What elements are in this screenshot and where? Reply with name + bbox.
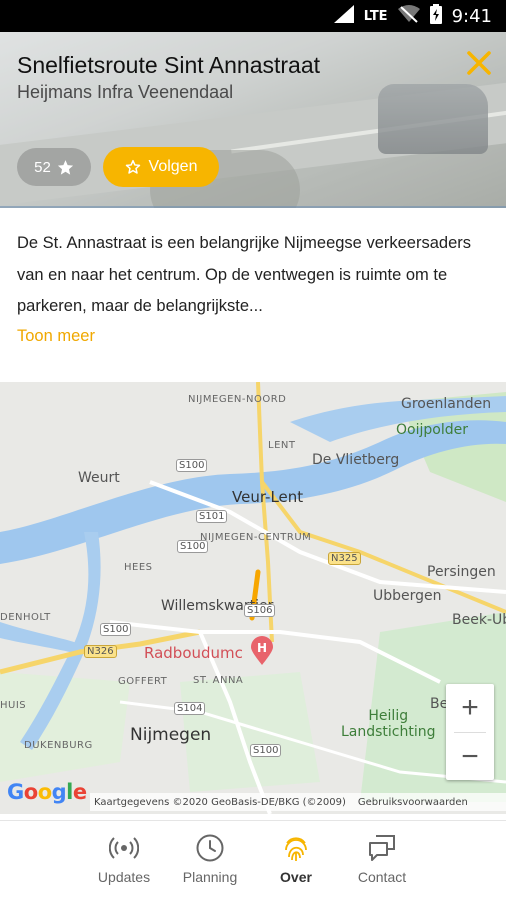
map-label-vlietberg: De Vlietberg	[312, 452, 400, 468]
battery-icon	[429, 3, 442, 29]
map-label-goffert: GOFFERT	[118, 676, 168, 687]
svg-text:H: H	[257, 641, 267, 655]
road-label: S100	[177, 540, 209, 553]
map-label-ubbergen: Ubbergen	[373, 588, 442, 604]
broadcast-icon	[109, 837, 139, 859]
follow-label: Volgen	[148, 158, 198, 175]
map-view[interactable]: Groenlanden Ooijpolder NIJMEGEN-NOORD LE…	[0, 382, 506, 814]
fingerprint-icon	[285, 837, 307, 861]
clock: 9:41	[451, 5, 492, 27]
map-label-persingen: Persingen	[427, 564, 496, 580]
map-label-hees: HEES	[124, 562, 153, 573]
nav-updates-label: Updates	[97, 869, 151, 885]
road-label: S100	[176, 459, 208, 472]
chat-icon	[369, 835, 395, 861]
map-label-veur-lent: Veur-Lent	[232, 488, 304, 506]
map-label-nijmegen: Nijmegen	[130, 725, 212, 745]
road-label: S104	[174, 702, 206, 715]
road-label: N325	[328, 552, 361, 565]
status-bar: LTE 9:41	[0, 0, 506, 32]
signal-icon	[333, 4, 354, 28]
nav-updates[interactable]: Updates	[90, 833, 158, 900]
zoom-out-button[interactable]: −	[446, 733, 494, 781]
road-label: S101	[196, 510, 228, 523]
app-root: LTE 9:41 Snelfietsroute Sint Annastraat …	[0, 0, 506, 900]
map-label-radboudumc: Radboudumc	[144, 644, 243, 662]
star-icon	[57, 159, 73, 175]
close-button[interactable]	[462, 46, 496, 80]
project-title: Snelfietsroute Sint Annastraat	[17, 52, 321, 78]
map-label-groenlanden: Groenlanden	[401, 396, 492, 412]
map-label-st-anna: ST. ANNA	[193, 675, 244, 686]
map-attribution-text: Kaartgegevens ©2020 GeoBasis-DE/BKG (©20…	[94, 796, 346, 808]
map-label-beek-ub: Beek-Ub	[452, 612, 506, 628]
network-type: LTE	[363, 8, 388, 24]
road-label: N326	[84, 645, 117, 658]
google-logo: Google	[7, 780, 87, 804]
road-label: S106	[244, 604, 276, 617]
map-label-dukenburg: DUKENBURG	[24, 740, 93, 751]
nav-planning-label: Planning	[182, 869, 238, 885]
map-label-lent: LENT	[268, 440, 296, 451]
road-label: S100	[100, 623, 132, 636]
zoom-in-button[interactable]: +	[446, 684, 494, 732]
project-description: De St. Annastraat is een belangrijke Nij…	[17, 234, 471, 315]
map-terms-link[interactable]: Gebruiksvoorwaarden	[358, 797, 468, 808]
map-label-huis: HUIS	[0, 700, 27, 711]
map-label-nijmegen-noord: NIJMEGEN-NOORD	[188, 394, 287, 405]
wifi-off-icon	[397, 4, 420, 28]
map-attribution: Kaartgegevens ©2020 GeoBasis-DE/BKG (©20…	[90, 793, 506, 811]
bottom-navigation: Updates Planning Over Contact	[0, 820, 506, 900]
project-subtitle: Heijmans Infra Veenendaal	[17, 82, 234, 102]
map-label-weurt: Weurt	[78, 470, 120, 486]
follow-button[interactable]: Volgen	[103, 147, 219, 187]
nav-over-label: Over	[280, 869, 312, 885]
show-more-link[interactable]: Toon meer	[17, 327, 95, 346]
map-zoom-control: + −	[446, 684, 494, 780]
nav-contact-label: Contact	[357, 869, 407, 885]
map-label-heilig-landstichting: Heilig Landstichting	[341, 708, 436, 740]
close-icon	[467, 51, 491, 75]
nav-contact[interactable]: Contact	[348, 833, 416, 900]
rating-count: 52	[34, 158, 51, 176]
project-header: Snelfietsroute Sint Annastraat Heijmans …	[0, 32, 506, 208]
nav-over[interactable]: Over	[262, 833, 330, 900]
map-label-ooijpolder: Ooijpolder	[396, 422, 468, 438]
star-outline-icon	[125, 159, 140, 174]
rating-badge: 52	[17, 148, 91, 186]
nav-planning[interactable]: Planning	[176, 833, 244, 900]
map-label-denholt: DENHOLT	[0, 612, 51, 623]
hospital-marker-icon: H	[250, 636, 274, 666]
road-label: S100	[250, 744, 282, 757]
header-divider	[0, 206, 506, 208]
map-label-nijmegen-centrum: NIJMEGEN-CENTRUM	[200, 532, 312, 543]
clock-icon	[196, 834, 224, 862]
